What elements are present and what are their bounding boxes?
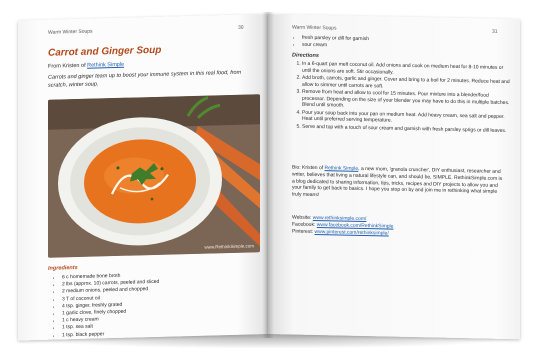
bio-text: , a new mom, 'granola cruncher', DIY ent… (292, 165, 503, 199)
byline-link[interactable]: Rethink Simple (87, 62, 124, 69)
left-page: Warm Winter Soups 30 Carrot and Ginger S… (18, 14, 268, 341)
running-head: Warm Winter Soups (48, 28, 93, 36)
pinterest-label: Pinterest: (292, 228, 314, 235)
soup-illustration (48, 94, 260, 258)
byline-prefix: From Kristen of (48, 62, 86, 70)
page-number: 30 (238, 24, 244, 31)
page-number: 31 (492, 28, 498, 35)
bio-label: Bio: Kristen of (292, 164, 324, 172)
website-link[interactable]: www.rethinksimple.com/ (313, 215, 367, 222)
garnish-list: fresh parsley or dill for garnish sour c… (292, 35, 369, 51)
directions-heading: Directions (292, 52, 319, 60)
running-head: Warm Winter Soups (292, 24, 337, 32)
directions-list: In a 6-quart pan melt coconut oil. Add o… (292, 61, 512, 136)
byline: From Kristen of Rethink Simple (48, 62, 124, 70)
website-label: Website: (292, 214, 312, 221)
ingredients-list: 6 c homemade bone broth 2 lbs (approx. 1… (54, 272, 159, 340)
book-spine (262, 12, 274, 338)
pinterest-link[interactable]: www.pinterest.com/rethinksimple/ (315, 229, 389, 237)
list-item: sour cream (302, 42, 369, 50)
recipe-intro: Carrots and ginger team up to boost your… (48, 69, 242, 89)
recipe-title: Carrot and Ginger Soup (48, 44, 162, 59)
soup-photo: www.RethinkSimple.com (48, 94, 260, 258)
author-bio: Bio: Kristen of Rethink Simple, a new mo… (292, 165, 504, 203)
bio-link[interactable]: Rethink Simple (325, 165, 359, 172)
ingredients-heading: Ingredients (48, 264, 78, 272)
right-page: Warm Winter Soups 31 fresh parsley or di… (268, 14, 520, 340)
open-book: Warm Winter Soups 30 Carrot and Ginger S… (0, 0, 536, 360)
social-links: Website: www.rethinksimple.com/ Facebook… (292, 215, 504, 240)
facebook-label: Facebook: (292, 221, 316, 228)
